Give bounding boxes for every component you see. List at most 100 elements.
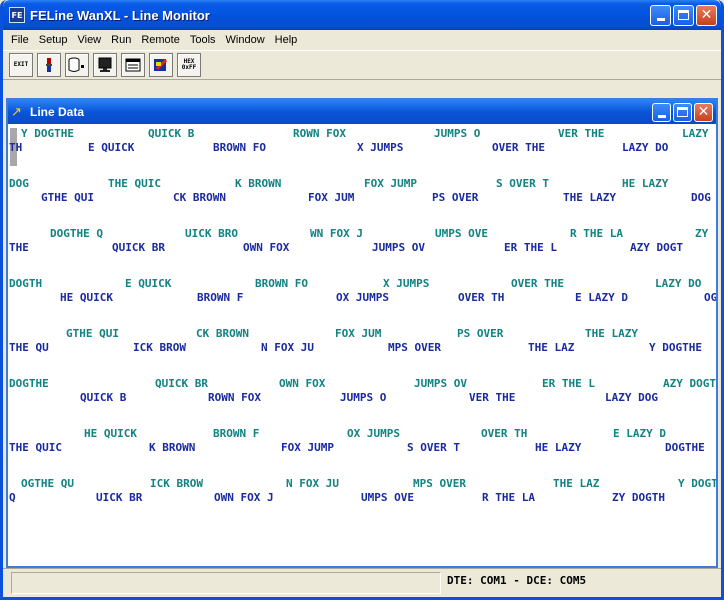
data-segment: UICK BRO xyxy=(185,227,238,240)
data-segment: THE QUIC xyxy=(9,441,62,454)
data-segment: THE QUIC xyxy=(108,177,161,190)
data-segment: ER THE L xyxy=(542,377,595,390)
data-segment: JUMPS OV xyxy=(414,377,467,390)
line-monitor-window: FE FELine WanXL - Line Monitor ✕ File Se… xyxy=(0,0,724,600)
data-segment: LAZY xyxy=(682,127,709,140)
trace-button[interactable] xyxy=(37,53,61,77)
data-segment: Y DOGT xyxy=(678,477,716,490)
data-segment: K BROWN xyxy=(149,441,196,454)
data-segment: S OVER T xyxy=(407,441,460,454)
menu-remote[interactable]: Remote xyxy=(136,34,185,46)
maximize-icon xyxy=(677,107,688,117)
data-segment: CK BROWN xyxy=(196,327,249,340)
data-segment: E LAZY D xyxy=(575,291,628,304)
data-segment: DOG xyxy=(9,177,29,190)
status-bar: DTE: COM1 - DCE: COM5 xyxy=(3,568,721,597)
data-segment: LAZY DO xyxy=(655,277,702,290)
filter-button[interactable] xyxy=(149,53,173,77)
data-segment: R THE LA xyxy=(482,491,535,504)
data-segment: THE QU xyxy=(9,341,49,354)
data-segment: UMPS OVE xyxy=(361,491,414,504)
child-minimize-button[interactable] xyxy=(652,102,671,122)
data-segment: HE LAZY xyxy=(535,441,582,454)
data-segment: OX JUMPS xyxy=(347,427,400,440)
data-segment: Q xyxy=(9,491,16,504)
data-segment: OX JUMPS xyxy=(336,291,389,304)
line-data-area[interactable]: Y DOGTHE QUICK B ROWN FOX JUMPS O VER THE LAZ… xyxy=(8,124,716,566)
filter-icon xyxy=(154,58,168,71)
data-segment: ROWN FOX xyxy=(208,391,261,404)
data-segment: HE QUICK xyxy=(84,427,137,440)
menu-help[interactable]: Help xyxy=(270,34,303,46)
data-segment: OVER TH xyxy=(458,291,505,304)
data-segment: OWN FOX xyxy=(279,377,326,390)
monitor-button[interactable] xyxy=(93,53,117,77)
data-segment: QUICK BR xyxy=(112,241,165,254)
maximize-icon xyxy=(678,10,689,20)
menu-run[interactable]: Run xyxy=(106,34,136,46)
child-close-button[interactable]: ✕ xyxy=(694,102,713,122)
data-segment: OVER TH xyxy=(481,427,528,440)
data-segment: AZY DOGT xyxy=(663,377,716,390)
menu-window[interactable]: Window xyxy=(221,34,270,46)
data-segment: E QUICK xyxy=(125,277,172,290)
data-segment: GTHE QUI xyxy=(41,191,94,204)
menu-tools[interactable]: Tools xyxy=(185,34,221,46)
data-segment: PS OVER xyxy=(457,327,504,340)
data-segment: TH xyxy=(9,141,23,154)
data-segment: Y DOGTHE xyxy=(649,341,702,354)
menu-view[interactable]: View xyxy=(72,34,106,46)
close-button[interactable]: ✕ xyxy=(696,4,717,26)
menu-setup[interactable]: Setup xyxy=(34,34,73,46)
data-segment: DOGTH xyxy=(9,277,43,290)
line-data-window: ↗ Line Data ✕ Y DOGTHE QUICK B ROWN FOX JUM… xyxy=(6,98,718,568)
data-segment: VER THE xyxy=(558,127,605,140)
minimize-icon xyxy=(656,17,665,21)
data-segment: OVER THE xyxy=(511,277,564,290)
data-segment: DOGTHE Q xyxy=(50,227,103,240)
data-segment: DOG xyxy=(691,191,711,204)
data-segment: UICK BR xyxy=(96,491,143,504)
line-data-icon: ↗ xyxy=(11,104,22,119)
monitor-icon xyxy=(98,57,112,72)
minimize-button[interactable] xyxy=(650,4,671,26)
data-segment: CK BROWN xyxy=(173,191,226,204)
data-segment: OWN FOX J xyxy=(214,491,274,504)
database-icon xyxy=(68,57,84,72)
data-segment: ZY xyxy=(695,227,709,240)
data-segment: FOX JUMP xyxy=(364,177,417,190)
line-data-title-bar[interactable]: ↗ Line Data ✕ xyxy=(8,100,716,124)
exit-button[interactable]: EXIT xyxy=(9,53,33,77)
database-button[interactable] xyxy=(65,53,89,77)
data-segment: S OVER T xyxy=(496,177,549,190)
data-segment: K BROWN xyxy=(235,177,282,190)
data-segment: AZY DOGT xyxy=(630,241,683,254)
window-title: FELine WanXL - Line Monitor xyxy=(30,7,210,23)
data-segment: ICK BROW xyxy=(133,341,186,354)
trace-icon xyxy=(46,58,52,72)
display-button[interactable] xyxy=(121,53,145,77)
data-segment: THE LAZ xyxy=(528,341,575,354)
maximize-button[interactable] xyxy=(673,4,694,26)
data-segment: E LAZY D xyxy=(613,427,666,440)
data-segment: QUICK B xyxy=(80,391,127,404)
data-segment: BROWN FO xyxy=(255,277,308,290)
data-segment: THE LAZY xyxy=(563,191,616,204)
data-segment: BROWN F xyxy=(213,427,260,440)
hex-button[interactable]: HEX 0xFF xyxy=(177,53,201,77)
data-segment: BROWN FO xyxy=(213,141,266,154)
data-segment: OG xyxy=(704,291,716,304)
data-segment: ROWN FOX xyxy=(293,127,346,140)
title-bar[interactable]: FE FELine WanXL - Line Monitor ✕ xyxy=(3,0,721,30)
port-status: DTE: COM1 - DCE: COM5 xyxy=(447,574,587,587)
child-maximize-button[interactable] xyxy=(673,102,692,122)
data-segment: MPS OVER xyxy=(413,477,466,490)
menu-file[interactable]: File xyxy=(6,34,34,46)
feline-app-icon: FE xyxy=(9,7,25,23)
data-segment: E QUICK xyxy=(88,141,135,154)
data-segment: GTHE QUI xyxy=(66,327,119,340)
line-data-title: Line Data xyxy=(30,105,85,119)
data-segment: LAZY DOG xyxy=(605,391,658,404)
data-segment: PS OVER xyxy=(432,191,479,204)
menu-bar: File Setup View Run Remote Tools Window … xyxy=(3,30,721,50)
